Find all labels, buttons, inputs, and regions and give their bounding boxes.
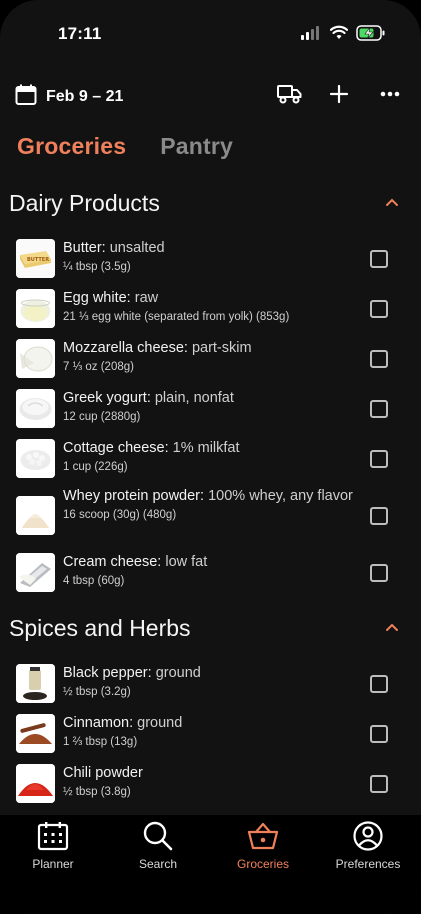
item-quantity: 1 cup (226g) xyxy=(63,461,128,473)
tab-pantry[interactable]: Pantry xyxy=(160,133,233,160)
item-checkbox[interactable] xyxy=(370,400,388,418)
item-quantity: 1 ⅔ tbsp (13g) xyxy=(63,736,138,748)
bottom-navigation: Planner Search Groceries Preferences xyxy=(0,815,421,914)
item-quantity: ½ tbsp (3.2g) xyxy=(63,686,131,698)
item-checkbox[interactable] xyxy=(370,725,388,743)
item-quantity: 7 ⅓ oz (208g) xyxy=(63,361,134,373)
item-name: Egg white: raw xyxy=(63,290,159,306)
wifi-icon xyxy=(330,25,348,39)
nav-preferences[interactable]: Preferences xyxy=(323,821,413,871)
nav-label: Search xyxy=(138,857,178,871)
phone-screen: 17:11 Feb 9 – 21 Groceries Pantry Dairy … xyxy=(0,0,421,914)
section-title-spices: Spices and Herbs xyxy=(9,615,191,641)
chili-icon xyxy=(16,764,55,803)
item-quantity: ½ tbsp (3.8g) xyxy=(63,786,131,798)
item-name: Black pepper: ground xyxy=(63,665,201,681)
item-name: Chili powder xyxy=(63,765,143,781)
nav-label: Planner xyxy=(32,857,74,871)
nav-groceries[interactable]: Groceries xyxy=(218,821,308,871)
item-name: Cottage cheese: 1% milkfat xyxy=(63,440,240,456)
person-icon xyxy=(353,821,383,851)
item-name: Mozzarella cheese: part-skim xyxy=(63,340,252,356)
item-checkbox[interactable] xyxy=(370,775,388,793)
protein-powder-icon xyxy=(16,496,55,535)
truck-icon[interactable] xyxy=(277,84,302,104)
cellular-signal-icon xyxy=(301,26,319,40)
cottage-cheese-icon xyxy=(16,439,55,478)
yogurt-icon xyxy=(16,389,55,428)
top-bar: Feb 9 – 21 xyxy=(0,80,421,114)
item-name: Whey protein powder: 100% whey, any flav… xyxy=(63,488,353,504)
item-quantity: 4 tbsp (60g) xyxy=(63,575,125,587)
date-range-button[interactable]: Feb 9 – 21 xyxy=(46,88,123,106)
item-name: Butter: unsalted xyxy=(63,240,165,256)
item-quantity: ¼ tbsp (3.5g) xyxy=(63,261,131,273)
pepper-icon xyxy=(16,664,55,703)
section-title-dairy: Dairy Products xyxy=(9,190,160,216)
butter-icon: BUTTER xyxy=(16,239,55,278)
item-quantity: 16 scoop (30g) (480g) xyxy=(63,509,177,521)
search-icon xyxy=(143,821,173,851)
item-name: Greek yogurt: plain, nonfat xyxy=(63,390,234,406)
mozzarella-icon xyxy=(16,339,55,378)
item-checkbox[interactable] xyxy=(370,450,388,468)
item-quantity: 12 cup (2880g) xyxy=(63,411,141,423)
item-quantity: 21 ⅓ egg white (separated from yolk) (85… xyxy=(63,311,290,323)
item-checkbox[interactable] xyxy=(370,564,388,582)
item-checkbox[interactable] xyxy=(370,507,388,525)
add-icon[interactable] xyxy=(329,84,349,104)
calendar-icon[interactable] xyxy=(15,84,37,106)
chevron-up-icon[interactable] xyxy=(385,622,399,632)
status-time: 17:11 xyxy=(58,24,102,43)
nav-search[interactable]: Search xyxy=(113,821,203,871)
chevron-up-icon[interactable] xyxy=(385,197,399,207)
basket-icon xyxy=(247,822,279,850)
nav-label: Groceries xyxy=(236,857,289,871)
egg-white-icon xyxy=(16,289,55,328)
svg-text:BUTTER: BUTTER xyxy=(27,257,49,263)
item-checkbox[interactable] xyxy=(370,300,388,318)
nav-label: Preferences xyxy=(335,857,401,871)
item-checkbox[interactable] xyxy=(370,250,388,268)
item-checkbox[interactable] xyxy=(370,675,388,693)
item-checkbox[interactable] xyxy=(370,350,388,368)
more-options-icon[interactable] xyxy=(380,91,400,97)
tab-groceries[interactable]: Groceries xyxy=(17,133,126,160)
nav-planner[interactable]: Planner xyxy=(8,821,98,871)
tab-bar: Groceries Pantry xyxy=(17,133,233,160)
cinnamon-icon xyxy=(16,714,55,753)
item-name: Cinnamon: ground xyxy=(63,715,183,731)
planner-icon xyxy=(37,822,69,851)
item-name: Cream cheese: low fat xyxy=(63,554,208,570)
cream-cheese-icon xyxy=(16,553,55,592)
battery-charging-icon xyxy=(356,25,385,41)
status-bar: 17:11 xyxy=(0,0,421,66)
